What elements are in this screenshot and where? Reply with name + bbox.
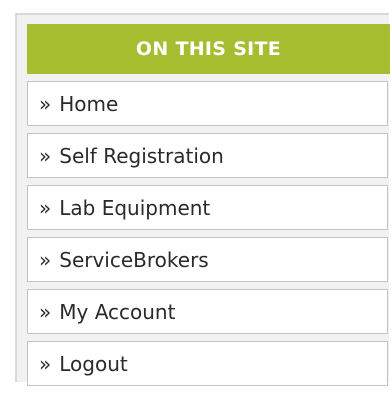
raquo-icon: »: [39, 299, 52, 324]
menu-item-self-registration[interactable]: » Self Registration: [27, 133, 388, 178]
raquo-icon: »: [39, 195, 52, 220]
menu-item-label: Home: [59, 91, 119, 116]
menu-item-servicebrokers[interactable]: » ServiceBrokers: [27, 237, 388, 282]
menu-item-lab-equipment[interactable]: » Lab Equipment: [27, 185, 388, 230]
site-navigation-panel: ON THIS SITE » Home » Self Registration …: [15, 13, 390, 386]
site-menu: » Home » Self Registration » Lab Equipme…: [27, 81, 388, 393]
menu-item-home[interactable]: » Home: [27, 81, 388, 126]
menu-item-label: Lab Equipment: [59, 195, 211, 220]
raquo-icon: »: [39, 91, 52, 116]
menu-item-label: My Account: [59, 299, 176, 324]
raquo-icon: »: [39, 247, 52, 272]
menu-item-label: Logout: [59, 351, 128, 376]
menu-item-label: Self Registration: [59, 143, 224, 168]
menu-item-my-account[interactable]: » My Account: [27, 289, 388, 334]
panel-title: ON THIS SITE: [27, 24, 390, 74]
menu-item-logout[interactable]: » Logout: [27, 341, 388, 386]
menu-item-label: ServiceBrokers: [59, 247, 209, 272]
raquo-icon: »: [39, 143, 52, 168]
raquo-icon: »: [39, 351, 52, 376]
